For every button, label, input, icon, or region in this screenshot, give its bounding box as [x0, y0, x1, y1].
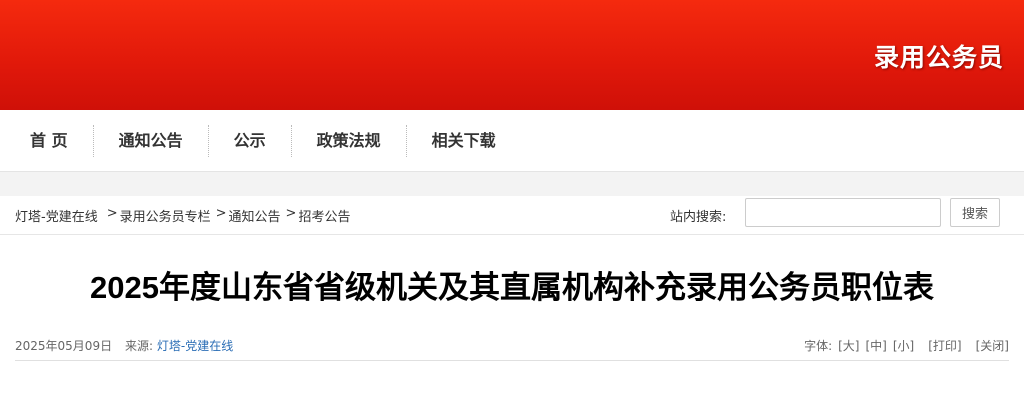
nav-item-home[interactable]: 首 页 — [5, 126, 93, 156]
breadcrumb-home[interactable]: 灯塔-党建在线 — [15, 206, 98, 225]
search-label: 站内搜索: — [670, 210, 727, 225]
font-large-button[interactable]: [大] — [838, 337, 859, 354]
font-size-label: 字体: — [804, 339, 833, 353]
search-input[interactable] — [745, 198, 941, 227]
section-gap — [0, 172, 1024, 196]
source-label: 来源: — [125, 339, 154, 353]
print-button[interactable]: [打印] — [928, 337, 961, 354]
nav-item-downloads[interactable]: 相关下载 — [407, 126, 521, 156]
main-nav: 首 页 通知公告 公示 政策法规 相关下载 — [0, 110, 1024, 172]
breadcrumb-separator: > — [285, 206, 297, 221]
breadcrumb-civil-servant-column[interactable]: 录用公务员专栏 — [120, 206, 211, 225]
article-source: 来源: 灯塔-党建在线 — [125, 337, 233, 354]
breadcrumb: 灯塔-党建在线 > 录用公务员专栏 > 通知公告 > 招考公告 — [15, 206, 350, 225]
breadcrumb-bar: 灯塔-党建在线 > 录用公务员专栏 > 通知公告 > 招考公告 站内搜索: 搜索 — [0, 196, 1024, 235]
nav-item-policies[interactable]: 政策法规 — [292, 126, 406, 156]
font-small-button[interactable]: [小] — [893, 337, 914, 354]
breadcrumb-recruitment-notices[interactable]: 招考公告 — [298, 206, 350, 225]
font-medium-button[interactable]: [中] — [866, 337, 887, 354]
banner-title: 录用公务员 — [873, 43, 1004, 72]
breadcrumb-separator: > — [215, 206, 227, 221]
header-banner: 录用公务员 — [0, 0, 1024, 110]
article-meta: 2025年05月09日 来源: 灯塔-党建在线 字体: [大] [中] [小] … — [15, 332, 1009, 361]
publish-date: 2025年05月09日 — [15, 339, 113, 353]
breadcrumb-separator: > — [106, 206, 118, 221]
breadcrumb-notices[interactable]: 通知公告 — [229, 206, 281, 225]
source-link[interactable]: 灯塔-党建在线 — [157, 339, 233, 353]
search-button[interactable]: 搜索 — [950, 198, 1000, 227]
article-tools: 字体: [大] [中] [小] [打印] [关闭] — [804, 337, 1009, 354]
article-title: 2025年度山东省省级机关及其直属机构补充录用公务员职位表 — [90, 270, 934, 305]
nav-item-publicity[interactable]: 公示 — [209, 126, 291, 156]
close-button[interactable]: [关闭] — [976, 337, 1009, 354]
nav-item-notices[interactable]: 通知公告 — [94, 126, 208, 156]
